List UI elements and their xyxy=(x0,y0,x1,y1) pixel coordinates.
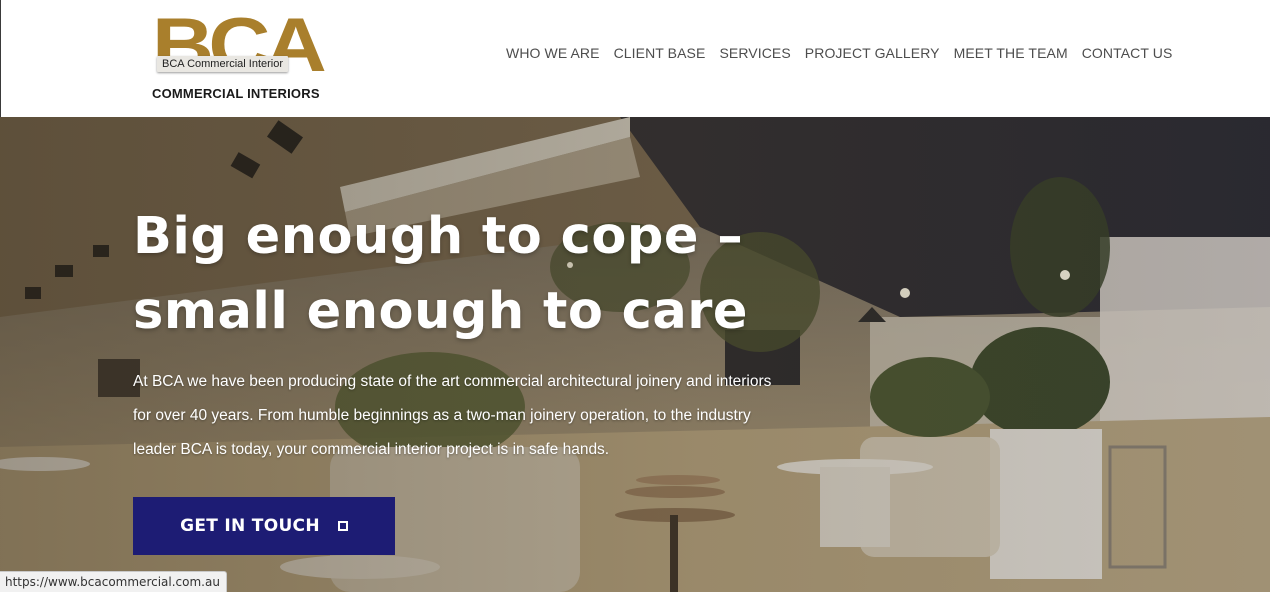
bca-logo[interactable]: BCA BCA Commercial Interior COMMERCIAL I… xyxy=(152,8,327,104)
square-outline-icon xyxy=(337,521,348,531)
logo-subtitle: COMMERCIAL INTERIORS xyxy=(152,86,320,101)
get-in-touch-label: GET IN TOUCH xyxy=(180,516,320,536)
nav-project-gallery[interactable]: PROJECT GALLERY xyxy=(805,45,940,61)
hero-heading-line-2: small enough to care xyxy=(133,282,749,341)
nav-client-base[interactable]: CLIENT BASE xyxy=(614,45,706,61)
nav-meet-the-team[interactable]: MEET THE TEAM xyxy=(954,45,1068,61)
site-header: BCA BCA Commercial Interior COMMERCIAL I… xyxy=(0,0,1270,117)
hero-description: At BCA we have been producing state of t… xyxy=(133,373,772,458)
hero-heading: Big enough to cope – small enough to car… xyxy=(133,199,853,349)
logo-tooltip-tag: BCA Commercial Interior xyxy=(157,56,289,72)
hero-heading-line-1: Big enough to cope – xyxy=(133,207,744,266)
nav-who-we-are[interactable]: WHO WE ARE xyxy=(506,45,600,61)
status-bar-url: https://www.bcacommercial.com.au xyxy=(0,571,227,592)
logo-letters: BCA xyxy=(152,3,327,88)
get-in-touch-button[interactable]: GET IN TOUCH xyxy=(133,497,395,555)
nav-services[interactable]: SERVICES xyxy=(719,45,790,61)
main-nav: WHO WE ARE CLIENT BASE SERVICES PROJECT … xyxy=(506,45,1172,61)
nav-contact-us[interactable]: CONTACT US xyxy=(1082,45,1173,61)
hero-section: Big enough to cope – small enough to car… xyxy=(0,117,1270,592)
